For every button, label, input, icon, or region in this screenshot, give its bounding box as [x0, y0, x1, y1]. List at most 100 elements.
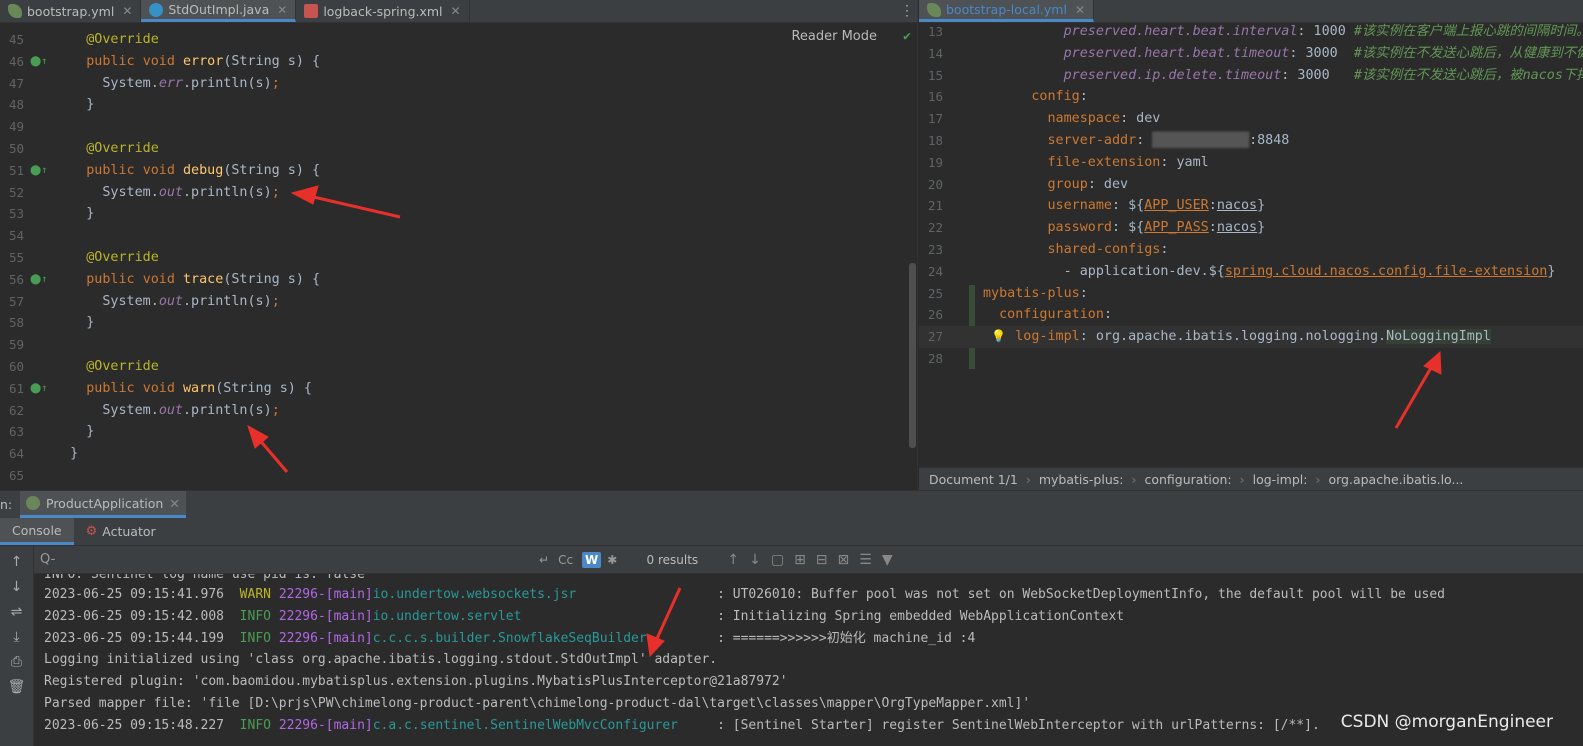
line-number: 20: [927, 176, 943, 192]
console-line: 2023-06-25 09:15:44.199 INFO 22296-[main…: [44, 630, 976, 646]
yaml-text: preserved.ip.delete.timeout: 3000 #该实例在不…: [1063, 67, 1583, 83]
tab-stdoutimpl-java[interactable]: StdOutImpl.java ✕: [141, 0, 297, 22]
regex-toggle-icon[interactable]: ✱: [607, 553, 617, 567]
yaml-text: shared-configs:: [1047, 242, 1169, 257]
console-line: Logging initialized using 'class org.apa…: [44, 652, 718, 668]
breadcrumb-item[interactable]: log-impl:: [1253, 472, 1308, 487]
yaml-line: 18 server-addr: ████████████:8848: [919, 130, 1583, 152]
previous-occurrence-icon[interactable]: ↑: [727, 552, 739, 568]
yaml-text: log-impl: org.apache.ibatis.logging.nolo…: [1015, 329, 1491, 345]
select-all-occurrences-icon[interactable]: ⊠: [838, 552, 850, 568]
breadcrumb-item[interactable]: org.apache.ibatis.lo...: [1328, 472, 1463, 487]
line-number: 55: [8, 250, 24, 265]
search-results-count: 0 results: [646, 552, 699, 567]
yaml-text: preserved.heart.beat.interval: 1000 #该实例…: [1063, 24, 1583, 39]
close-icon[interactable]: ✕: [451, 4, 461, 18]
line-number: 64: [8, 446, 24, 462]
implements-method-icon[interactable]: ⬤↑: [30, 269, 47, 291]
breadcrumb: Document 1/1 › mybatis-plus: › configura…: [919, 467, 1583, 490]
run-tab-product-application[interactable]: ProductApplication ✕: [20, 491, 186, 518]
match-case-toggle[interactable]: Cc: [555, 552, 576, 568]
code-text: }: [54, 97, 95, 113]
editor-tab-bar-left: bootstrap.yml ✕ StdOutImpl.java ✕ logbac…: [0, 0, 918, 23]
tab-actuator[interactable]: ⚙ Actuator: [74, 518, 168, 545]
search-nav: ↑ ↓ ▢ ⊞ ⊟ ⊠ ☰ ▼: [717, 552, 892, 568]
yaml-line: 20 group: dev: [919, 174, 1583, 196]
breadcrumb-item[interactable]: configuration:: [1144, 472, 1231, 487]
code-text: }: [54, 446, 79, 462]
line-number: 22: [927, 220, 943, 236]
console-line: INFO: Sentinel log name use pid is: fals…: [44, 574, 365, 582]
line-number: 56: [8, 271, 24, 287]
line-number: 19: [927, 154, 943, 170]
line-number: 49: [8, 119, 24, 135]
close-icon[interactable]: ✕: [1075, 3, 1085, 17]
close-icon[interactable]: ✕: [122, 4, 132, 18]
line-number: 59: [8, 337, 24, 353]
line-number: 57: [8, 293, 24, 309]
print-icon[interactable]: ⎙: [8, 652, 26, 672]
line-number: 58: [8, 315, 24, 331]
code-text: public void trace(String s) {: [86, 271, 321, 287]
line-number: 15: [927, 67, 943, 83]
run-sub-tabs: Console ⚙ Actuator: [0, 518, 1583, 546]
code-text: @Override: [86, 359, 159, 374]
regex-replace-icon[interactable]: ↵: [539, 553, 549, 567]
console-line: Registered plugin: 'com.baomidou.mybatis…: [44, 674, 788, 690]
code-line: 49: [0, 116, 917, 138]
run-tool-window-header: n: ProductApplication ✕: [0, 490, 1583, 518]
java-editor[interactable]: Reader Mode ✔ 45 @Override 46 ⬤↑ public vo…: [0, 23, 918, 490]
arrow-up-icon[interactable]: ↑: [8, 552, 26, 572]
soft-wrap-icon[interactable]: ⇌: [8, 602, 26, 622]
close-icon[interactable]: ✕: [169, 496, 179, 511]
yaml-text: server-addr: ████████████:8848: [1047, 133, 1290, 148]
tab-console[interactable]: Console: [0, 518, 74, 545]
code-line: 52 System.out.println(s);: [0, 182, 917, 204]
code-text: System.out.println(s);: [54, 293, 280, 309]
code-line: 55 @Override: [0, 247, 917, 269]
implements-method-icon[interactable]: ⬤↑: [30, 378, 47, 400]
implements-method-icon[interactable]: ⬤↑: [30, 160, 47, 182]
code-text: System.out.println(s);: [54, 402, 280, 418]
breadcrumb-item[interactable]: mybatis-plus:: [1039, 472, 1124, 487]
implements-method-icon[interactable]: ⬤↑: [30, 51, 47, 73]
remove-selection-icon[interactable]: ⊟: [816, 552, 828, 568]
watermark: CSDN @morganEngineer: [1340, 712, 1553, 732]
yaml-line: 17 namespace: dev: [919, 108, 1583, 130]
search-input[interactable]: Q-: [34, 546, 539, 573]
trash-icon[interactable]: 🗑: [8, 677, 26, 697]
whole-words-toggle[interactable]: W: [582, 551, 602, 568]
more-tabs-icon[interactable]: ⋮: [896, 0, 918, 22]
yaml-editor[interactable]: 13 preserved.heart.beat.interval: 1000 #…: [919, 23, 1583, 467]
close-icon[interactable]: ✕: [277, 3, 287, 17]
code-text: @Override: [86, 141, 159, 156]
yaml-line: 28: [919, 348, 1583, 370]
line-number: 60: [8, 359, 24, 374]
yml-file-icon: [8, 4, 22, 18]
line-number: 51: [8, 162, 24, 178]
yaml-line: 13 preserved.heart.beat.interval: 1000 #…: [919, 23, 1583, 43]
tab-bootstrap-local-yml[interactable]: bootstrap-local.yml ✕: [919, 0, 1094, 22]
line-number: 50: [8, 141, 24, 156]
add-selection-icon[interactable]: ⊞: [794, 552, 806, 568]
line-number: 65: [8, 468, 24, 483]
filter-lines-icon[interactable]: ☰: [859, 552, 872, 568]
java-class-icon: [149, 2, 164, 17]
tab-bootstrap-yml[interactable]: bootstrap.yml ✕: [0, 0, 142, 22]
yaml-line: 27 💡 log-impl: org.apache.ibatis.logging.…: [919, 326, 1583, 348]
code-line: 64 }: [0, 443, 917, 465]
line-number: 25: [927, 285, 943, 301]
arrow-down-icon[interactable]: ↓: [8, 577, 26, 597]
yaml-line: 14 preserved.heart.beat.timeout: 3000 #该…: [919, 43, 1583, 65]
line-number: 24: [927, 263, 943, 279]
next-occurrence-icon[interactable]: ↓: [749, 552, 761, 568]
line-number: 21: [927, 198, 943, 214]
scroll-to-end-icon[interactable]: ⤓: [8, 627, 26, 647]
code-text: }: [54, 206, 95, 222]
select-all-icon[interactable]: ▢: [771, 552, 784, 568]
chevron-right-icon: ›: [1025, 471, 1031, 487]
tab-logback-spring-xml[interactable]: logback-spring.xml ✕: [296, 0, 470, 22]
filter-icon[interactable]: ▼: [882, 552, 893, 568]
breadcrumb-item[interactable]: Document 1/1: [929, 472, 1018, 487]
console-line: 2023-06-25 09:15:42.008 INFO 22296-[main…: [44, 608, 1125, 624]
